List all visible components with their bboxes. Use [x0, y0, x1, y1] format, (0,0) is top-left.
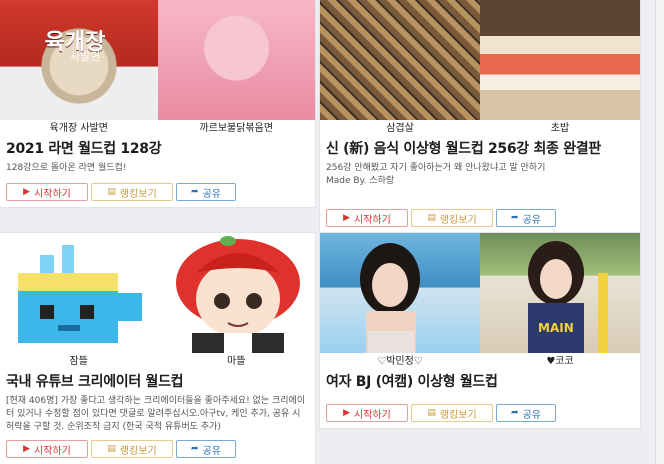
jersey-text: MAIN: [538, 321, 574, 335]
worldcup-card-food[interactable]: 삼겹살 초밥 신 (新) 음식 이상형 월드컵 256강 최종 완결판 256강…: [320, 0, 640, 233]
ranking-icon: ▤: [107, 186, 116, 197]
share-label: 공유: [202, 445, 221, 457]
ranking-label: 랭킹보기: [119, 445, 157, 457]
card-thumbnails[interactable]: [0, 233, 315, 353]
person-photo: [528, 241, 608, 353]
card-title[interactable]: 2021 라면 월드컵 128강: [0, 140, 315, 159]
play-icon: ▶: [23, 186, 31, 197]
person-photo: [360, 243, 420, 353]
thumbnail-right[interactable]: MAIN: [480, 233, 640, 353]
ranking-label: 랭킹보기: [439, 409, 477, 421]
cartoon-character-image: [175, 236, 300, 353]
card-description: 128강으로 돌아온 라면 월드컵!: [6, 163, 127, 173]
start-button[interactable]: ▶ 시작하기: [6, 440, 88, 458]
thumbnail-labels: 삼겹살 초밥: [320, 120, 640, 138]
share-icon: ➦: [511, 407, 519, 418]
worldcup-card-ramen[interactable]: 육개장 사발면 육개장 사발면 까르보불닭볶음면 2021 라면 월드컵 128…: [0, 0, 315, 207]
share-label: 공유: [522, 409, 541, 421]
pixel-character-image: [18, 245, 142, 343]
thumbnail-labels: 잠뜰 마뜰: [0, 353, 315, 371]
share-button[interactable]: ➦ 공유: [496, 404, 556, 422]
thumbnail-right-label: 까르보불닭볶음면: [199, 123, 274, 134]
scrollbar-track[interactable]: [655, 0, 664, 464]
share-button[interactable]: ➦ 공유: [176, 440, 236, 458]
thumbnail-left[interactable]: 육개장 사발면: [0, 0, 158, 120]
thumbnail-left-label: ♡박민정♡: [377, 356, 423, 367]
ranking-button[interactable]: ▤ 랭킹보기: [91, 183, 173, 201]
play-icon: ▶: [343, 407, 351, 418]
start-button[interactable]: ▶ 시작하기: [326, 209, 408, 227]
thumbnail-left-label: 육개장 사발면: [49, 123, 108, 134]
start-label: 시작하기: [34, 188, 71, 200]
thumbnail-right[interactable]: [480, 0, 640, 120]
thumbnail-right-label: 초밥: [550, 123, 570, 134]
thumbnail-right[interactable]: [157, 233, 315, 353]
play-icon: ▶: [23, 443, 31, 454]
thumbnail-left[interactable]: [0, 233, 158, 353]
thumbnail-left[interactable]: [320, 0, 480, 120]
thumbnail-labels: 육개장 사발면 까르보불닭볶음면: [0, 120, 315, 138]
thumbnail-labels: ♡박민정♡ ♥코코: [320, 353, 640, 371]
card-title[interactable]: 국내 유튜브 크리에이터 월드컵: [0, 373, 315, 392]
worldcup-card-creators[interactable]: 잠뜰 마뜰 국내 유튜브 크리에이터 월드컵 [현재 406명] 가장 좋다고 …: [0, 233, 315, 464]
card-actions: ▶ 시작하기 ▤ 랭킹보기 ➦ 공유: [326, 404, 556, 422]
share-icon: ➦: [191, 443, 199, 454]
card-thumbnails[interactable]: 육개장 사발면: [0, 0, 315, 120]
card-title[interactable]: 여자 BJ (여캠) 이상형 월드컵: [320, 373, 640, 392]
card-actions: ▶ 시작하기 ▤ 랭킹보기 ➦ 공유: [326, 209, 556, 227]
card-description: 256강 안해봤고 자기 좋아하는거 왜 안나왔냐고 말 안하기 Made By…: [326, 163, 546, 186]
thumbnail-right[interactable]: [157, 0, 315, 120]
card-title[interactable]: 신 (新) 음식 이상형 월드컵 256강 최종 완결판: [320, 140, 640, 159]
card-description: [현재 406명] 가장 좋다고 생각하는 크리에이터들을 좋아주세요! 없는 …: [6, 396, 306, 432]
worldcup-card-bj[interactable]: MAIN ♡박민정♡ ♥코코 여자 BJ (여캠) 이상형 월드컵 ▶ 시작하기 …: [320, 233, 640, 428]
thumbnail-right-label: 마뜰: [227, 356, 246, 367]
start-button[interactable]: ▶ 시작하기: [6, 183, 88, 201]
share-label: 공유: [522, 214, 541, 226]
card-actions: ▶ 시작하기 ▤ 랭킹보기 ➦ 공유: [6, 440, 236, 458]
thumbnail-left-label: 잠뜰: [69, 356, 88, 367]
share-icon: ➦: [511, 212, 519, 223]
ranking-button[interactable]: ▤ 랭킹보기: [411, 209, 493, 227]
card-actions: ▶ 시작하기 ▤ 랭킹보기 ➦ 공유: [6, 183, 236, 201]
ranking-icon: ▤: [107, 443, 116, 454]
thumbnail-right-label: ♥코코: [546, 356, 574, 367]
card-thumbnails[interactable]: [320, 0, 640, 120]
start-button[interactable]: ▶ 시작하기: [326, 404, 408, 422]
ranking-label: 랭킹보기: [439, 214, 477, 226]
thumbnail-left-label: 삼겹살: [386, 123, 414, 134]
start-label: 시작하기: [354, 214, 391, 226]
card-thumbnails[interactable]: MAIN: [320, 233, 640, 353]
ramen-sub-text: 사발면: [70, 50, 101, 63]
start-label: 시작하기: [354, 409, 391, 421]
share-icon: ➦: [191, 186, 199, 197]
ranking-label: 랭킹보기: [119, 188, 157, 200]
ranking-icon: ▤: [427, 212, 436, 223]
ranking-icon: ▤: [427, 407, 436, 418]
share-label: 공유: [202, 188, 221, 200]
ranking-button[interactable]: ▤ 랭킹보기: [91, 440, 173, 458]
play-icon: ▶: [343, 212, 351, 223]
share-button[interactable]: ➦ 공유: [496, 209, 556, 227]
share-button[interactable]: ➦ 공유: [176, 183, 236, 201]
ranking-button[interactable]: ▤ 랭킹보기: [411, 404, 493, 422]
start-label: 시작하기: [34, 445, 71, 457]
thumbnail-left[interactable]: [320, 233, 480, 353]
